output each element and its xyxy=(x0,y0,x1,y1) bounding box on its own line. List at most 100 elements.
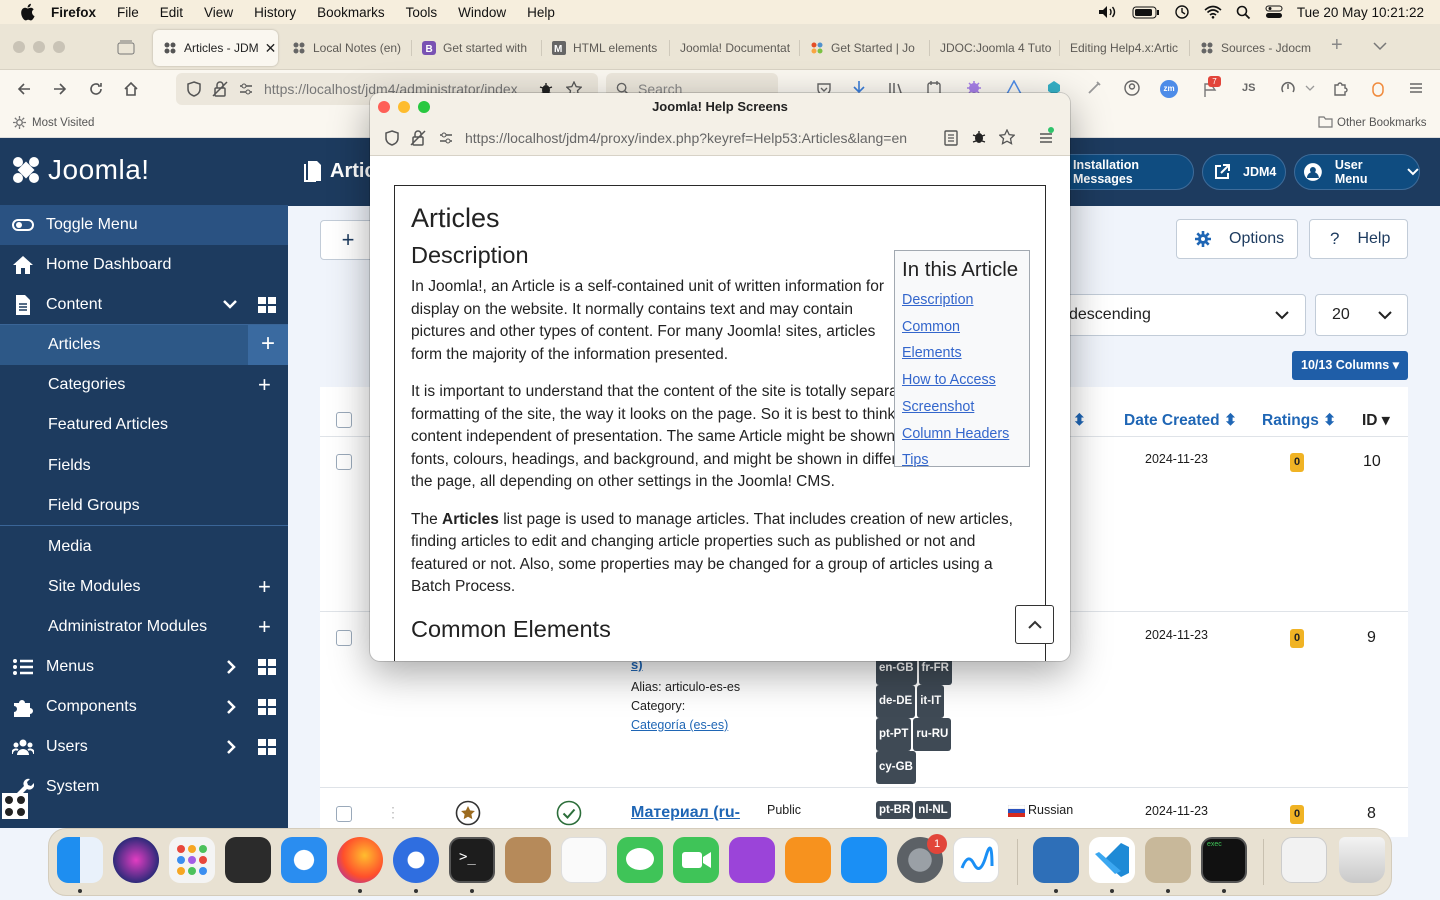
dashboard-grid-icon[interactable] xyxy=(258,297,276,313)
tab-sources-jdocm[interactable]: Sources - Jdocm xyxy=(1190,30,1320,66)
sync-extension-icon[interactable] xyxy=(1280,80,1296,96)
category-link[interactable]: Categoría (es-es) xyxy=(631,718,728,732)
tab-joomla-documentation[interactable]: Joomla! Documentat xyxy=(670,30,800,66)
bookmark-most-visited[interactable]: Most Visited xyxy=(32,117,94,129)
menu-history[interactable]: History xyxy=(254,5,296,20)
bookmark-star-icon[interactable] xyxy=(999,129,1015,145)
permissions-icon[interactable] xyxy=(438,130,454,146)
sidebar-item-categories[interactable]: Categories + xyxy=(0,365,288,405)
site-link-button[interactable]: JDM4 xyxy=(1202,154,1286,190)
sidebar-item-featured-articles[interactable]: Featured Articles xyxy=(0,405,288,445)
tab-get-started-jo[interactable]: Get Started | Jo xyxy=(800,30,930,66)
podcasts-icon[interactable] xyxy=(729,837,775,883)
toc-link-tips[interactable]: Tips xyxy=(902,447,1022,474)
menu-firefox[interactable]: Firefox xyxy=(51,5,96,20)
bookmark-other[interactable]: Other Bookmarks xyxy=(1337,117,1426,129)
toc-link-how-to-access[interactable]: How to Access xyxy=(902,367,1022,394)
tab-overview-icon[interactable] xyxy=(117,39,135,55)
time-machine-icon[interactable] xyxy=(1174,4,1190,20)
sidebar-item-field-groups[interactable]: Field Groups xyxy=(0,486,288,526)
apple-icon[interactable] xyxy=(17,3,37,21)
firefox-icon[interactable] xyxy=(337,837,383,883)
sidebar-item-site-modules[interactable]: Site Modules + xyxy=(0,567,288,607)
user-menu-button[interactable]: User Menu xyxy=(1294,154,1420,190)
joomla-small-logo-icon[interactable] xyxy=(2,793,28,819)
window-zoom-button[interactable] xyxy=(53,41,65,53)
popup-zoom-button[interactable] xyxy=(418,101,430,113)
tab-editing-help4[interactable]: Editing Help4.x:Artic xyxy=(1060,30,1190,66)
insecure-lock-icon[interactable] xyxy=(212,81,228,97)
sidebar-home-dashboard[interactable]: Home Dashboard xyxy=(0,245,288,285)
downloads-stack-icon[interactable] xyxy=(1281,837,1327,883)
reminders-icon[interactable] xyxy=(561,837,607,883)
select-all-checkbox[interactable] xyxy=(336,412,352,428)
permissions-icon[interactable] xyxy=(238,81,254,97)
add-site-module-icon[interactable]: + xyxy=(258,574,271,600)
gimp-icon[interactable] xyxy=(1145,837,1191,883)
trash-icon[interactable] xyxy=(1339,837,1385,883)
vscode-icon[interactable] xyxy=(1089,837,1135,883)
zoom-extension-icon[interactable]: zm xyxy=(1160,80,1178,98)
row-checkbox[interactable] xyxy=(336,630,352,646)
back-to-top-button[interactable] xyxy=(1015,605,1054,644)
extension-5-icon[interactable] xyxy=(1086,80,1102,96)
menu-tools[interactable]: Tools xyxy=(406,5,438,20)
finder-icon[interactable] xyxy=(57,837,103,883)
bug-icon[interactable] xyxy=(971,129,987,145)
volume-icon[interactable] xyxy=(1098,5,1118,19)
menu-edit[interactable]: Edit xyxy=(160,5,183,20)
dashboard-grid-icon[interactable] xyxy=(258,739,276,755)
shield-icon[interactable] xyxy=(384,130,400,146)
messages-icon[interactable] xyxy=(617,837,663,883)
home-icon[interactable] xyxy=(123,81,139,97)
spotlight-icon[interactable] xyxy=(1236,5,1251,20)
new-article-button[interactable]: + xyxy=(320,220,376,260)
menu-view[interactable]: View xyxy=(204,5,233,20)
tab-jdoc-tutorial[interactable]: JDOC:Joomla 4 Tuto xyxy=(930,30,1060,66)
sidebar-users[interactable]: Users xyxy=(0,727,288,767)
list-all-tabs-icon[interactable] xyxy=(1373,42,1387,51)
toc-link-screenshot[interactable]: Screenshot xyxy=(902,394,1022,421)
joomla-logo[interactable]: Joomla! xyxy=(10,154,150,186)
row-checkbox[interactable] xyxy=(336,454,352,470)
toc-link-common-elements[interactable]: Common Elements xyxy=(902,314,1022,367)
columns-toggle-button[interactable]: 10/13 Columns ▾ xyxy=(1292,351,1408,380)
app-menu-icon[interactable] xyxy=(1408,80,1424,96)
sidebar-item-articles[interactable]: Articles xyxy=(0,325,248,365)
sidebar-toggle-menu[interactable]: Toggle Menu xyxy=(0,205,288,245)
new-tab-button[interactable]: + xyxy=(1331,34,1343,57)
contacts-icon[interactable] xyxy=(505,837,551,883)
menu-file[interactable]: File xyxy=(117,5,139,20)
toc-link-column-headers[interactable]: Column Headers xyxy=(902,421,1022,448)
thunderbird-icon[interactable] xyxy=(393,837,439,883)
add-admin-module-icon[interactable]: + xyxy=(258,614,271,640)
window-minimize-button[interactable] xyxy=(33,41,45,53)
add-category-icon[interactable]: + xyxy=(258,372,271,398)
article-title-link[interactable]: Материал (ru- xyxy=(631,804,740,822)
forward-icon[interactable] xyxy=(52,81,68,97)
sort-id[interactable]: ID ▾ xyxy=(1362,411,1390,430)
tab-close-icon[interactable]: ✕ xyxy=(265,40,277,57)
popup-url-bar[interactable]: https://localhost/jdm4/proxy/index.php?k… xyxy=(370,120,1070,156)
tab-local-notes[interactable]: Local Notes (en) xyxy=(282,30,412,66)
window-close-button[interactable] xyxy=(13,41,25,53)
sidebar-item-administrator-modules[interactable]: Administrator Modules + xyxy=(0,607,288,647)
shield-icon[interactable] xyxy=(186,81,202,97)
add-article-button[interactable]: + xyxy=(248,325,288,365)
sidebar-item-fields[interactable]: Fields xyxy=(0,446,288,486)
chevron-down-icon[interactable] xyxy=(1305,85,1315,92)
row-checkbox[interactable] xyxy=(336,806,352,822)
control-center-icon[interactable] xyxy=(1265,5,1283,19)
extensions-puzzle-icon[interactable] xyxy=(1332,80,1348,96)
insecure-lock-icon[interactable] xyxy=(410,130,426,146)
menu-bookmarks[interactable]: Bookmarks xyxy=(317,5,385,20)
sidebar-system[interactable]: System xyxy=(0,767,288,807)
back-icon[interactable] xyxy=(16,81,32,97)
published-check-icon[interactable] xyxy=(556,800,582,826)
launchpad-icon[interactable] xyxy=(169,837,215,883)
app-store-icon[interactable] xyxy=(841,837,887,883)
dashboard-grid-icon[interactable] xyxy=(258,659,276,675)
tab-get-started-bootstrap[interactable]: B Get started with xyxy=(412,30,542,66)
ordering-select[interactable]: descending xyxy=(1048,294,1306,336)
popup-minimize-button[interactable] xyxy=(398,101,410,113)
